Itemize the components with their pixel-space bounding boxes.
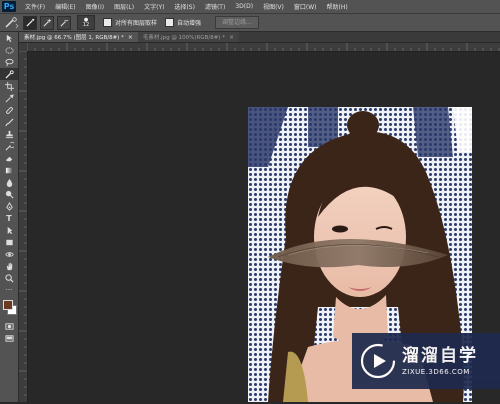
watermark: 溜溜自学 ZIXUE.3D66.COM [352,333,500,389]
screen-mode-button[interactable] [0,332,18,344]
menu-edit[interactable]: 编辑(E) [50,2,80,11]
watermark-url: ZIXUE.3D66.COM [402,368,470,376]
path-selection-icon [7,226,12,234]
watermark-title: 溜溜自学 [402,346,478,366]
auto-enhance-checkbox[interactable] [165,18,175,27]
brush-size-picker[interactable]: ● 12 [77,15,95,30]
move-icon [6,34,12,42]
menu-select[interactable]: 选择(S) [169,2,200,11]
3d-tool[interactable] [0,248,18,260]
vertical-ruler-ticks [19,50,27,396]
dodge-tool[interactable] [0,188,18,200]
menu-image[interactable]: 图像(I) [81,2,109,11]
brush-tool[interactable] [0,116,18,128]
screen-mode-icon [4,334,14,342]
lasso-tool[interactable] [0,56,18,68]
menu-layer[interactable]: 图层(L) [109,2,139,11]
quick-mask-icon [4,322,14,330]
more-tools[interactable]: ··· [0,284,18,296]
zoom-tool[interactable] [0,272,18,284]
clone-stamp-tool[interactable] [0,128,18,140]
refine-edge-button[interactable]: 调整边缘... [215,16,259,29]
zoom-icon [4,273,14,283]
drop-icon [6,178,12,187]
quick-mask-button[interactable] [0,320,18,332]
hand-icon [6,262,12,270]
sample-all-layers-option[interactable]: 对所有图层取样 [103,18,157,27]
quick-selection-tool-preset[interactable] [4,16,20,29]
brush-add-icon [43,18,51,27]
options-bar: ● 12 对所有图层取样 自动增强 调整边缘... [0,14,500,32]
lasso-icon [4,58,14,66]
pen-icon [5,201,13,211]
menu-window[interactable]: 窗口(W) [289,2,322,11]
sample-all-layers-label: 对所有图层取样 [115,20,158,27]
brush-size-value: 12 [82,21,90,28]
document-tab-inactive[interactable]: 毛素材.jpg @ 100%(RGB/8#) * × [137,32,239,42]
type-icon: T [6,213,12,223]
menu-bar: Ps 文件(F) 编辑(E) 图像(I) 图层(L) 文字(Y) 选择(S) 滤… [0,0,500,14]
eraser-icon [5,156,12,161]
marquee-tool[interactable] [0,44,18,56]
marquee-icon [4,46,14,54]
shape-tool[interactable] [0,236,18,248]
document-tab-bar: 素材.jpg @ 66.7% (图层 1, RGB/8#) * × 毛素材.jp… [19,32,500,42]
close-icon[interactable]: × [128,34,133,41]
vertical-ruler[interactable] [19,50,28,402]
quick-selection-tool[interactable] [0,68,18,80]
brush-icon [4,118,13,126]
new-selection-button[interactable] [23,15,37,30]
dodge-icon [5,190,13,198]
menu-3d[interactable]: 3D(D) [230,3,258,10]
document-tab-label: 毛素材.jpg @ 100%(RGB/8#) * [142,35,225,41]
pen-tool[interactable] [0,200,18,212]
foreground-color-swatch[interactable] [3,300,13,310]
brush-new-icon [25,18,34,27]
blur-tool[interactable] [0,176,18,188]
gradient-tool[interactable] [0,164,18,176]
ruler-origin[interactable] [19,43,27,51]
type-tool[interactable]: T [0,212,18,224]
move-tool[interactable] [0,32,18,44]
3d-rotate-icon [4,251,14,257]
document-tab-label: 素材.jpg @ 66.7% (图层 1, RGB/8#) * [24,35,124,41]
photoshop-logo: Ps [2,1,16,12]
menu-filter[interactable]: 滤镜(T) [200,2,230,11]
quick-selection-icon [5,16,19,28]
healing-brush-tool[interactable] [0,104,18,116]
tools-panel: T ··· [0,32,19,402]
auto-enhance-option[interactable]: 自动增强 [165,18,201,27]
eyedropper-icon [5,93,14,102]
menu-help[interactable]: 帮助(H) [322,2,353,11]
menu-file[interactable]: 文件(F) [20,2,50,11]
stamp-icon [5,130,13,138]
history-brush-icon [5,141,14,150]
gradient-icon [5,167,13,173]
path-selection-tool[interactable] [0,224,18,236]
menu-view[interactable]: 视图(V) [258,2,289,11]
subtract-from-selection-button[interactable] [57,15,71,30]
crop-icon [4,81,14,91]
bandage-icon [5,106,13,114]
close-icon[interactable]: × [229,34,234,41]
rectangle-icon [5,239,13,245]
auto-enhance-label: 自动增强 [177,20,202,27]
color-swatches [0,296,18,320]
horizontal-ruler-ticks [26,43,500,51]
watermark-text: 溜溜自学 ZIXUE.3D66.COM [402,346,478,376]
play-logo-icon [360,343,396,379]
sample-all-layers-checkbox[interactable] [103,18,112,27]
document-tab-active[interactable]: 素材.jpg @ 66.7% (图层 1, RGB/8#) * × [19,32,138,42]
eyedropper-tool[interactable] [0,92,18,104]
menu-type[interactable]: 文字(Y) [139,2,169,11]
ellipsis-icon: ··· [5,286,13,294]
brush-subtract-icon [60,20,68,27]
horizontal-ruler[interactable] [26,43,500,52]
eraser-tool[interactable] [0,152,18,164]
add-to-selection-button[interactable] [40,15,54,30]
hand-tool[interactable] [0,260,18,272]
history-brush-tool[interactable] [0,140,18,152]
crop-tool[interactable] [0,80,18,92]
quick-selection-icon [4,69,14,79]
